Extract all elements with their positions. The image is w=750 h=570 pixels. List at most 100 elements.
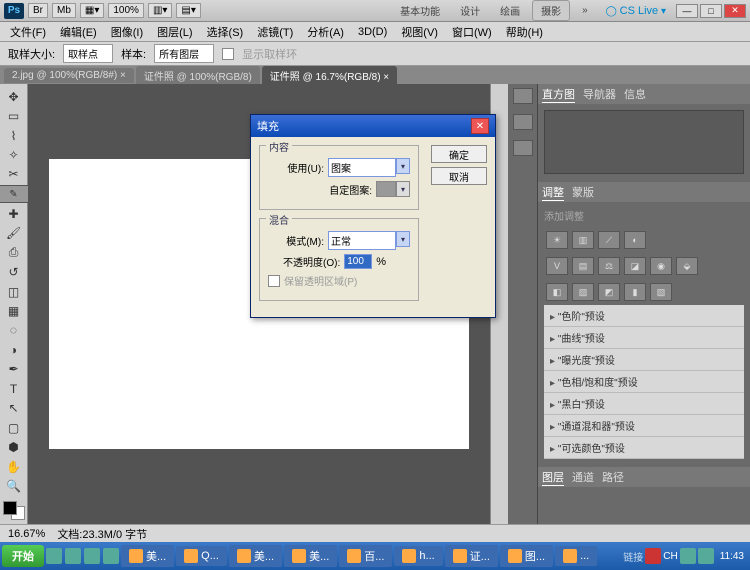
cslive-button[interactable]: ◯ CS Live ▾ xyxy=(600,5,672,17)
crop-tool[interactable]: ✂ xyxy=(3,166,25,183)
lang-indicator[interactable]: CH xyxy=(663,551,677,562)
doc-tab-1[interactable]: 证件照 @ 100%(RGB/8) xyxy=(136,66,260,85)
eraser-tool[interactable]: ◫ xyxy=(3,283,25,300)
task-item[interactable]: 图... xyxy=(500,545,553,567)
selective-icon[interactable]: ▧ xyxy=(650,283,672,301)
pen-tool[interactable]: ✒ xyxy=(3,361,25,378)
task-item[interactable]: 证... xyxy=(445,545,498,567)
workspace-tab-basic[interactable]: 基本功能 xyxy=(392,1,448,20)
tab-masks[interactable]: 蒙版 xyxy=(572,184,594,200)
vibrance-icon[interactable]: V xyxy=(546,257,568,275)
tab-paths[interactable]: 路径 xyxy=(602,469,624,485)
menu-3d[interactable]: 3D(D) xyxy=(352,24,393,40)
wand-tool[interactable]: ✧ xyxy=(3,146,25,163)
menu-layer[interactable]: 图层(L) xyxy=(151,22,198,42)
balance-icon[interactable]: ⚖ xyxy=(598,257,620,275)
screen-mode-icon[interactable]: ▦▾ xyxy=(80,3,104,18)
hue-icon[interactable]: ▤ xyxy=(572,257,594,275)
move-tool[interactable]: ✥ xyxy=(3,88,25,105)
doc-tab-0[interactable]: 2.jpg @ 100%(RGB/8#) × xyxy=(4,68,134,83)
workspace-tab-design[interactable]: 设计 xyxy=(452,1,488,20)
type-tool[interactable]: T xyxy=(3,380,25,397)
photo-filter-icon[interactable]: ◉ xyxy=(650,257,672,275)
marquee-tool[interactable]: ▭ xyxy=(3,107,25,124)
preset-selective[interactable]: "可选颜色"预设 xyxy=(544,437,744,459)
close-button[interactable]: ✕ xyxy=(724,4,746,18)
3d-tool[interactable]: ⬢ xyxy=(3,438,25,455)
brightness-icon[interactable]: ☀ xyxy=(546,231,568,249)
minimize-button[interactable]: — xyxy=(676,4,698,18)
zoom-level[interactable]: 100% xyxy=(108,3,144,18)
workspace-tab-paint[interactable]: 绘画 xyxy=(492,1,528,20)
use-select[interactable]: 图案 xyxy=(328,158,396,177)
view-extras-icon[interactable]: ▥▾ xyxy=(148,3,172,18)
zoom-tool[interactable]: 🔍 xyxy=(3,477,25,494)
brush-tool[interactable]: 🖌 xyxy=(3,225,25,242)
dialog-titlebar[interactable]: 填充 ✕ xyxy=(251,115,495,137)
cancel-button[interactable]: 取消 xyxy=(431,167,487,185)
blur-tool[interactable]: ◌ xyxy=(3,322,25,339)
tab-navigator[interactable]: 导航器 xyxy=(583,86,616,102)
tab-adjustments[interactable]: 调整 xyxy=(542,184,564,201)
mini-panel-icon[interactable] xyxy=(513,114,533,130)
tab-info[interactable]: 信息 xyxy=(624,86,646,102)
taskbar-link[interactable]: 链接 xyxy=(623,549,643,564)
mini-panel-icon[interactable] xyxy=(513,88,533,104)
workspace-tab-photo[interactable]: 摄影 xyxy=(532,0,570,21)
mb-icon[interactable]: Mb xyxy=(52,3,76,18)
dodge-tool[interactable]: ◑ xyxy=(3,341,25,358)
menu-window[interactable]: 窗口(W) xyxy=(446,22,498,42)
task-item[interactable]: h... xyxy=(394,546,442,566)
hand-tool[interactable]: ✋ xyxy=(3,458,25,475)
color-swatches[interactable] xyxy=(3,501,25,520)
menu-image[interactable]: 图像(I) xyxy=(105,22,149,42)
preset-bw[interactable]: "黑白"预设 xyxy=(544,393,744,415)
show-ring-checkbox[interactable] xyxy=(222,48,234,60)
stamp-tool[interactable]: ⎙ xyxy=(3,244,25,261)
tab-histogram[interactable]: 直方图 xyxy=(542,86,575,103)
pattern-swatch[interactable] xyxy=(376,181,396,197)
exposure-icon[interactable]: ◐ xyxy=(624,231,646,249)
ok-button[interactable]: 确定 xyxy=(431,145,487,163)
sample-size-select[interactable]: 取样点 xyxy=(63,44,113,63)
preset-exposure[interactable]: "曝光度"预设 xyxy=(544,349,744,371)
task-item[interactable]: 美... xyxy=(121,545,174,567)
preserve-checkbox[interactable] xyxy=(268,275,280,287)
sample-select[interactable]: 所有图层 xyxy=(154,44,214,63)
shape-tool[interactable]: ▢ xyxy=(3,419,25,436)
dropdown-icon[interactable]: ▾ xyxy=(396,181,410,197)
doc-tab-2[interactable]: 证件照 @ 16.7%(RGB/8) × xyxy=(262,66,397,85)
menu-edit[interactable]: 编辑(E) xyxy=(54,22,103,42)
invert-icon[interactable]: ◧ xyxy=(546,283,568,301)
preset-hue[interactable]: "色相/饱和度"预设 xyxy=(544,371,744,393)
dropdown-icon[interactable]: ▾ xyxy=(396,158,410,174)
dropdown-icon[interactable]: ▾ xyxy=(396,231,410,247)
dialog-close-button[interactable]: ✕ xyxy=(471,118,489,134)
tab-layers[interactable]: 图层 xyxy=(542,469,564,486)
history-brush-tool[interactable]: ↺ xyxy=(3,263,25,280)
mode-select[interactable]: 正常 xyxy=(328,231,396,250)
levels-icon[interactable]: ▥ xyxy=(572,231,594,249)
mixer-icon[interactable]: ⬙ xyxy=(676,257,698,275)
task-item[interactable]: ... xyxy=(555,546,597,566)
status-zoom[interactable]: 16.67% xyxy=(8,528,45,540)
preset-curves[interactable]: "曲线"预设 xyxy=(544,327,744,349)
arrange-icon[interactable]: ▤▾ xyxy=(176,3,200,18)
menu-help[interactable]: 帮助(H) xyxy=(500,22,549,42)
posterize-icon[interactable]: ▨ xyxy=(572,283,594,301)
menu-view[interactable]: 视图(V) xyxy=(395,22,444,42)
preset-levels[interactable]: "色阶"预设 xyxy=(544,305,744,327)
gradient-map-icon[interactable]: ▮ xyxy=(624,283,646,301)
status-docsize[interactable]: 文档:23.3M/0 字节 xyxy=(57,526,147,542)
mini-panel-icon[interactable] xyxy=(513,140,533,156)
curves-icon[interactable]: ⟋ xyxy=(598,231,620,249)
heal-tool[interactable]: ✚ xyxy=(3,205,25,222)
clock[interactable]: 11:43 xyxy=(716,551,748,562)
task-item[interactable]: 美... xyxy=(229,545,282,567)
tab-channels[interactable]: 通道 xyxy=(572,469,594,485)
bw-icon[interactable]: ◪ xyxy=(624,257,646,275)
path-tool[interactable]: ↖ xyxy=(3,400,25,417)
start-button[interactable]: 开始 xyxy=(2,545,44,567)
menu-file[interactable]: 文件(F) xyxy=(4,22,52,42)
opacity-input[interactable]: 100 xyxy=(344,254,372,269)
